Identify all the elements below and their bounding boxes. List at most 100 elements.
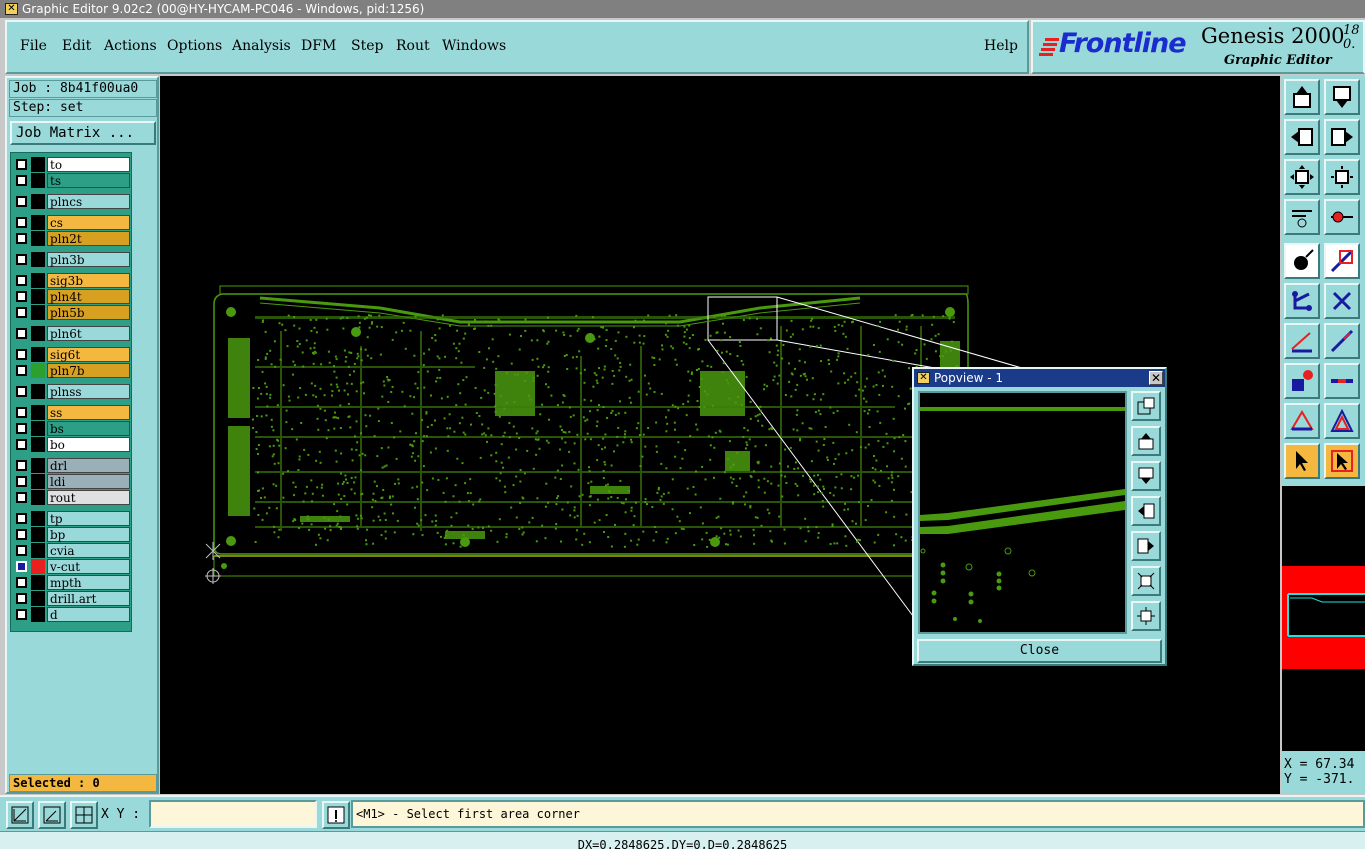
- layer-name[interactable]: bp: [47, 527, 130, 542]
- layer-color-swatch[interactable]: [31, 289, 45, 304]
- popview-pan-left-button[interactable]: [1131, 496, 1161, 526]
- menu-dfm[interactable]: DFM: [301, 38, 336, 54]
- move-line-button[interactable]: [1324, 323, 1360, 359]
- layer-row-sig3b[interactable]: sig3b: [14, 273, 130, 288]
- layer-checkbox[interactable]: [16, 233, 27, 244]
- popview-pan-up-button[interactable]: [1131, 426, 1161, 456]
- layer-color-swatch[interactable]: [31, 591, 45, 606]
- layer-name[interactable]: to: [47, 157, 130, 172]
- pan-up-button[interactable]: [1284, 79, 1320, 115]
- layer-row-drl[interactable]: drl: [14, 458, 130, 473]
- layer-row-bs[interactable]: bs: [14, 421, 130, 436]
- layer-name[interactable]: mpth: [47, 575, 130, 590]
- layer-color-swatch[interactable]: [31, 194, 45, 209]
- popview-pan-right-button[interactable]: [1131, 531, 1161, 561]
- layer-row-to[interactable]: to: [14, 157, 130, 172]
- layer-checkbox[interactable]: [16, 460, 27, 471]
- layer-color-swatch[interactable]: [31, 326, 45, 341]
- layer-name[interactable]: ldi: [47, 474, 130, 489]
- layer-row-tp[interactable]: tp: [14, 511, 130, 526]
- cross-tool-button[interactable]: [1324, 283, 1360, 319]
- layer-checkbox[interactable]: [16, 577, 27, 588]
- snap-center-button[interactable]: [70, 801, 98, 829]
- pan-right-button[interactable]: [1324, 119, 1360, 155]
- polygon-tool-button[interactable]: [1284, 403, 1320, 439]
- pointer-select-button[interactable]: [1324, 443, 1360, 479]
- layer-name[interactable]: pln6t: [47, 326, 130, 341]
- layer-checkbox[interactable]: [16, 407, 27, 418]
- layer-color-swatch[interactable]: [31, 252, 45, 267]
- layer-name[interactable]: bs: [47, 421, 130, 436]
- layer-color-swatch[interactable]: [31, 421, 45, 436]
- layer-color-swatch[interactable]: [31, 607, 45, 622]
- pan-left-button[interactable]: [1284, 119, 1320, 155]
- layer-checkbox[interactable]: [16, 196, 27, 207]
- layer-checkbox[interactable]: [16, 476, 27, 487]
- layer-checkbox[interactable]: [16, 217, 27, 228]
- net-tool-button[interactable]: [1284, 283, 1320, 319]
- layer-checkbox[interactable]: [16, 492, 27, 503]
- layer-name[interactable]: ts: [47, 173, 130, 188]
- layer-row-pln7b[interactable]: pln7b: [14, 363, 130, 378]
- draw-line-button[interactable]: [1284, 323, 1320, 359]
- layer-row-ts[interactable]: ts: [14, 173, 130, 188]
- layer-name[interactable]: cvia: [47, 543, 130, 558]
- popview-pan-down-button[interactable]: [1131, 461, 1161, 491]
- layer-name[interactable]: sig3b: [47, 273, 130, 288]
- popview-canvas[interactable]: [918, 391, 1127, 634]
- layer-color-swatch[interactable]: [31, 363, 45, 378]
- popview-zoom-box-button[interactable]: [1131, 391, 1161, 421]
- snap-grid-button[interactable]: [6, 801, 34, 829]
- layer-color-swatch[interactable]: [31, 559, 45, 574]
- layer-color-swatch[interactable]: [31, 231, 45, 246]
- zoom-home-button[interactable]: [1324, 159, 1360, 195]
- layer-checkbox[interactable]: [16, 291, 27, 302]
- select-feature-button[interactable]: [1284, 243, 1320, 279]
- layer-row-plncs[interactable]: plncs: [14, 194, 130, 209]
- pointer-tool-button[interactable]: [1284, 443, 1320, 479]
- info-button[interactable]: [322, 801, 350, 829]
- pan-down-button[interactable]: [1324, 79, 1360, 115]
- layer-row-pln4t[interactable]: pln4t: [14, 289, 130, 304]
- layer-color-swatch[interactable]: [31, 405, 45, 420]
- layer-color-swatch[interactable]: [31, 490, 45, 505]
- layer-checkbox[interactable]: [16, 307, 27, 318]
- layer-name[interactable]: pln2t: [47, 231, 130, 246]
- layer-row-rout[interactable]: rout: [14, 490, 130, 505]
- layer-row-v-cut[interactable]: v-cut: [14, 559, 130, 574]
- layer-checkbox[interactable]: [16, 275, 27, 286]
- layer-color-swatch[interactable]: [31, 437, 45, 452]
- layer-row-pln3b[interactable]: pln3b: [14, 252, 130, 267]
- layer-color-swatch[interactable]: [31, 173, 45, 188]
- layer-row-sig6t[interactable]: sig6t: [14, 347, 130, 362]
- layer-name[interactable]: bo: [47, 437, 130, 452]
- layer-name[interactable]: cs: [47, 215, 130, 230]
- layer-checkbox[interactable]: [16, 545, 27, 556]
- menu-step[interactable]: Step: [351, 38, 383, 54]
- layer-checkbox[interactable]: [16, 365, 27, 376]
- layer-checkbox[interactable]: [16, 513, 27, 524]
- select-area-button[interactable]: [1324, 243, 1360, 279]
- layer-checkbox[interactable]: [16, 175, 27, 186]
- menu-options[interactable]: Options: [167, 38, 222, 54]
- window-app-icon[interactable]: ✕: [5, 3, 18, 15]
- layer-row-pln2t[interactable]: pln2t: [14, 231, 130, 246]
- snap-angle-button[interactable]: [38, 801, 66, 829]
- layer-color-swatch[interactable]: [31, 543, 45, 558]
- overview-map[interactable]: [1282, 486, 1365, 751]
- menu-edit[interactable]: Edit: [62, 38, 91, 54]
- layer-row-plnss[interactable]: plnss: [14, 384, 130, 399]
- layer-checkbox[interactable]: [16, 609, 27, 620]
- layer-row-ss[interactable]: ss: [14, 405, 130, 420]
- popview-zoom-in-button[interactable]: [1131, 566, 1161, 596]
- popview-app-icon[interactable]: ✕: [917, 372, 930, 384]
- popview-close-button[interactable]: Close: [917, 639, 1162, 663]
- layer-name[interactable]: pln4t: [47, 289, 130, 304]
- popview-titlebar[interactable]: ✕ Popview - 1 ✕: [914, 369, 1165, 387]
- layer-checkbox[interactable]: [16, 561, 27, 572]
- layer-row-pln6t[interactable]: pln6t: [14, 326, 130, 341]
- layer-name[interactable]: v-cut: [47, 559, 130, 574]
- job-matrix-button[interactable]: Job Matrix ...: [10, 121, 156, 145]
- layer-color-swatch[interactable]: [31, 384, 45, 399]
- zoom-fit-button[interactable]: [1284, 159, 1320, 195]
